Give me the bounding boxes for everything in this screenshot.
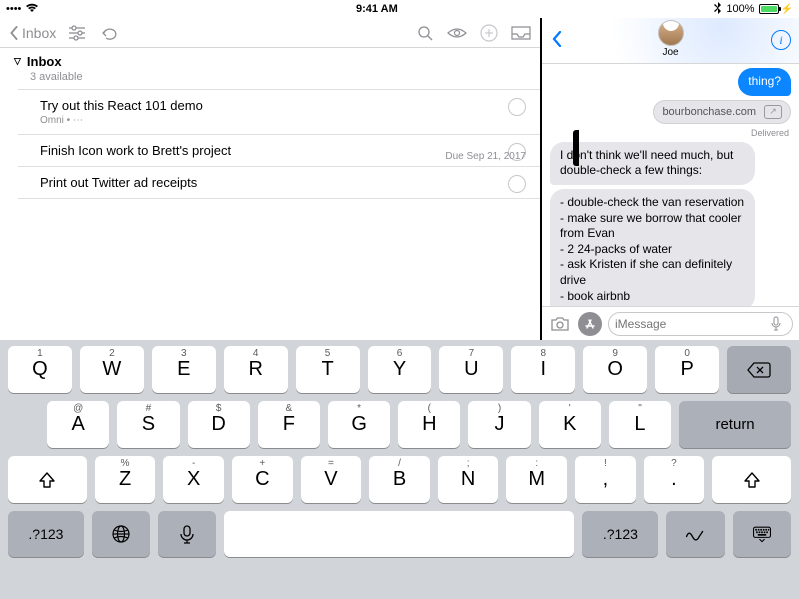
link-text: bourbonchase.com [662,105,756,119]
delivered-label: Delivered [751,128,791,138]
contact-header[interactable]: Joe [658,20,684,58]
add-icon[interactable] [478,22,500,44]
bluetooth-icon [714,2,722,17]
key-V[interactable]: =V [301,456,362,503]
key-B[interactable]: /B [369,456,430,503]
message-input[interactable] [615,317,770,331]
key-M[interactable]: :M [506,456,567,503]
key-O[interactable]: 9O [583,346,647,393]
key-handwriting[interactable] [666,511,724,557]
keyboard-row-3: %Z-X+C=V/B;N:M!,?. [4,456,795,503]
key-F[interactable]: &F [258,401,320,448]
message-bubble-received: - double-check the van reservation - mak… [550,189,755,306]
back-label: Inbox [22,25,56,41]
status-bar: •••• 9:41 AM 100% ⚡ [0,0,799,18]
signal-icon: •••• [6,3,21,15]
key-space[interactable] [224,511,574,557]
safari-link-icon [764,105,782,119]
message-bubble-sent: thing? [738,68,791,96]
inbox-count: 3 available [0,71,540,89]
key-N[interactable]: ;N [438,456,499,503]
keyboard: 1Q2W3E4R5T6Y7U8I9O0P @A#S$D&F*G(H)J'K"Lr… [0,340,799,599]
key-return[interactable]: return [679,401,791,448]
inbox-title: Inbox [27,54,62,69]
key-P[interactable]: 0P [655,346,719,393]
key-A[interactable]: @A [47,401,109,448]
key-K[interactable]: 'K [539,401,601,448]
left-app-pane: Inbox ▽ Inbox 3 [0,18,542,340]
mail-toolbar: Inbox [0,18,540,48]
key-.[interactable]: ?. [644,456,705,503]
inbox-section-header[interactable]: ▽ Inbox [0,48,540,71]
info-button[interactable]: i [771,30,791,50]
avatar [658,20,684,46]
key-shift[interactable] [712,456,791,503]
eye-icon[interactable] [446,22,468,44]
key-numbers[interactable]: .?123 [8,511,84,557]
key-W[interactable]: 2W [80,346,144,393]
disclosure-triangle-icon: ▽ [14,56,21,67]
complete-circle-icon[interactable] [508,175,526,193]
settings-sliders-icon[interactable] [66,22,88,44]
message-link-preview[interactable]: bourbonchase.com [653,100,791,124]
key-C[interactable]: +C [232,456,293,503]
key-globe[interactable] [92,511,150,557]
list-item[interactable]: Print out Twitter ad receipts [0,167,540,198]
message-field-container[interactable] [608,312,793,336]
inbox-tray-icon[interactable] [510,22,532,44]
messages-input-bar [542,306,799,340]
search-icon[interactable] [414,22,436,44]
key-X[interactable]: -X [163,456,224,503]
mic-icon[interactable] [770,316,786,332]
back-button[interactable]: Inbox [8,25,56,41]
keyboard-row-4: .?123 .?123 [4,511,795,557]
key-D[interactable]: $D [188,401,250,448]
split-grabber[interactable] [573,130,579,166]
charging-icon: ⚡ [781,4,793,15]
keyboard-row-1: 1Q2W3E4R5T6Y7U8I9O0P [4,346,795,393]
messages-header: Joe i [542,18,799,64]
battery-pct: 100% [726,3,754,15]
key-hide-keyboard[interactable] [733,511,791,557]
status-right: 100% ⚡ [714,2,793,17]
messages-back-button[interactable] [550,31,564,50]
message-bubble-received: I don't think we'll need much, but doubl… [550,142,755,185]
key-Q[interactable]: 1Q [8,346,72,393]
key-Y[interactable]: 6Y [368,346,432,393]
status-left: •••• [6,3,39,16]
key-U[interactable]: 7U [439,346,503,393]
key-G[interactable]: *G [328,401,390,448]
key-numbers[interactable]: .?123 [582,511,658,557]
battery-icon: ⚡ [759,4,793,15]
key-E[interactable]: 3E [152,346,216,393]
status-time: 9:41 AM [356,3,398,15]
key-,[interactable]: !, [575,456,636,503]
messages-pane: Joe i thing? bourbonchase.com Delivered … [542,18,799,340]
key-L[interactable]: "L [609,401,671,448]
key-backspace[interactable] [727,346,791,393]
messages-thread[interactable]: thing? bourbonchase.com Delivered I don'… [542,64,799,306]
key-T[interactable]: 5T [296,346,360,393]
undo-icon[interactable] [98,22,120,44]
key-H[interactable]: (H [398,401,460,448]
key-R[interactable]: 4R [224,346,288,393]
key-dictation[interactable] [158,511,216,557]
keyboard-row-2: @A#S$D&F*G(H)J'K"Lreturn [4,401,795,448]
key-I[interactable]: 8I [511,346,575,393]
app-store-icon[interactable] [578,312,602,336]
wifi-icon [25,3,39,16]
key-Z[interactable]: %Z [95,456,156,503]
list-item[interactable]: Try out this React 101 demo Omni • ⋯ [0,90,540,134]
key-J[interactable]: )J [468,401,530,448]
key-S[interactable]: #S [117,401,179,448]
due-label: Due Sep 21, 2017 [445,151,526,162]
key-shift[interactable] [8,456,87,503]
camera-icon[interactable] [548,312,572,336]
complete-circle-icon[interactable] [508,98,526,116]
list-item[interactable]: Finish Icon work to Brett's project Due … [0,135,540,166]
